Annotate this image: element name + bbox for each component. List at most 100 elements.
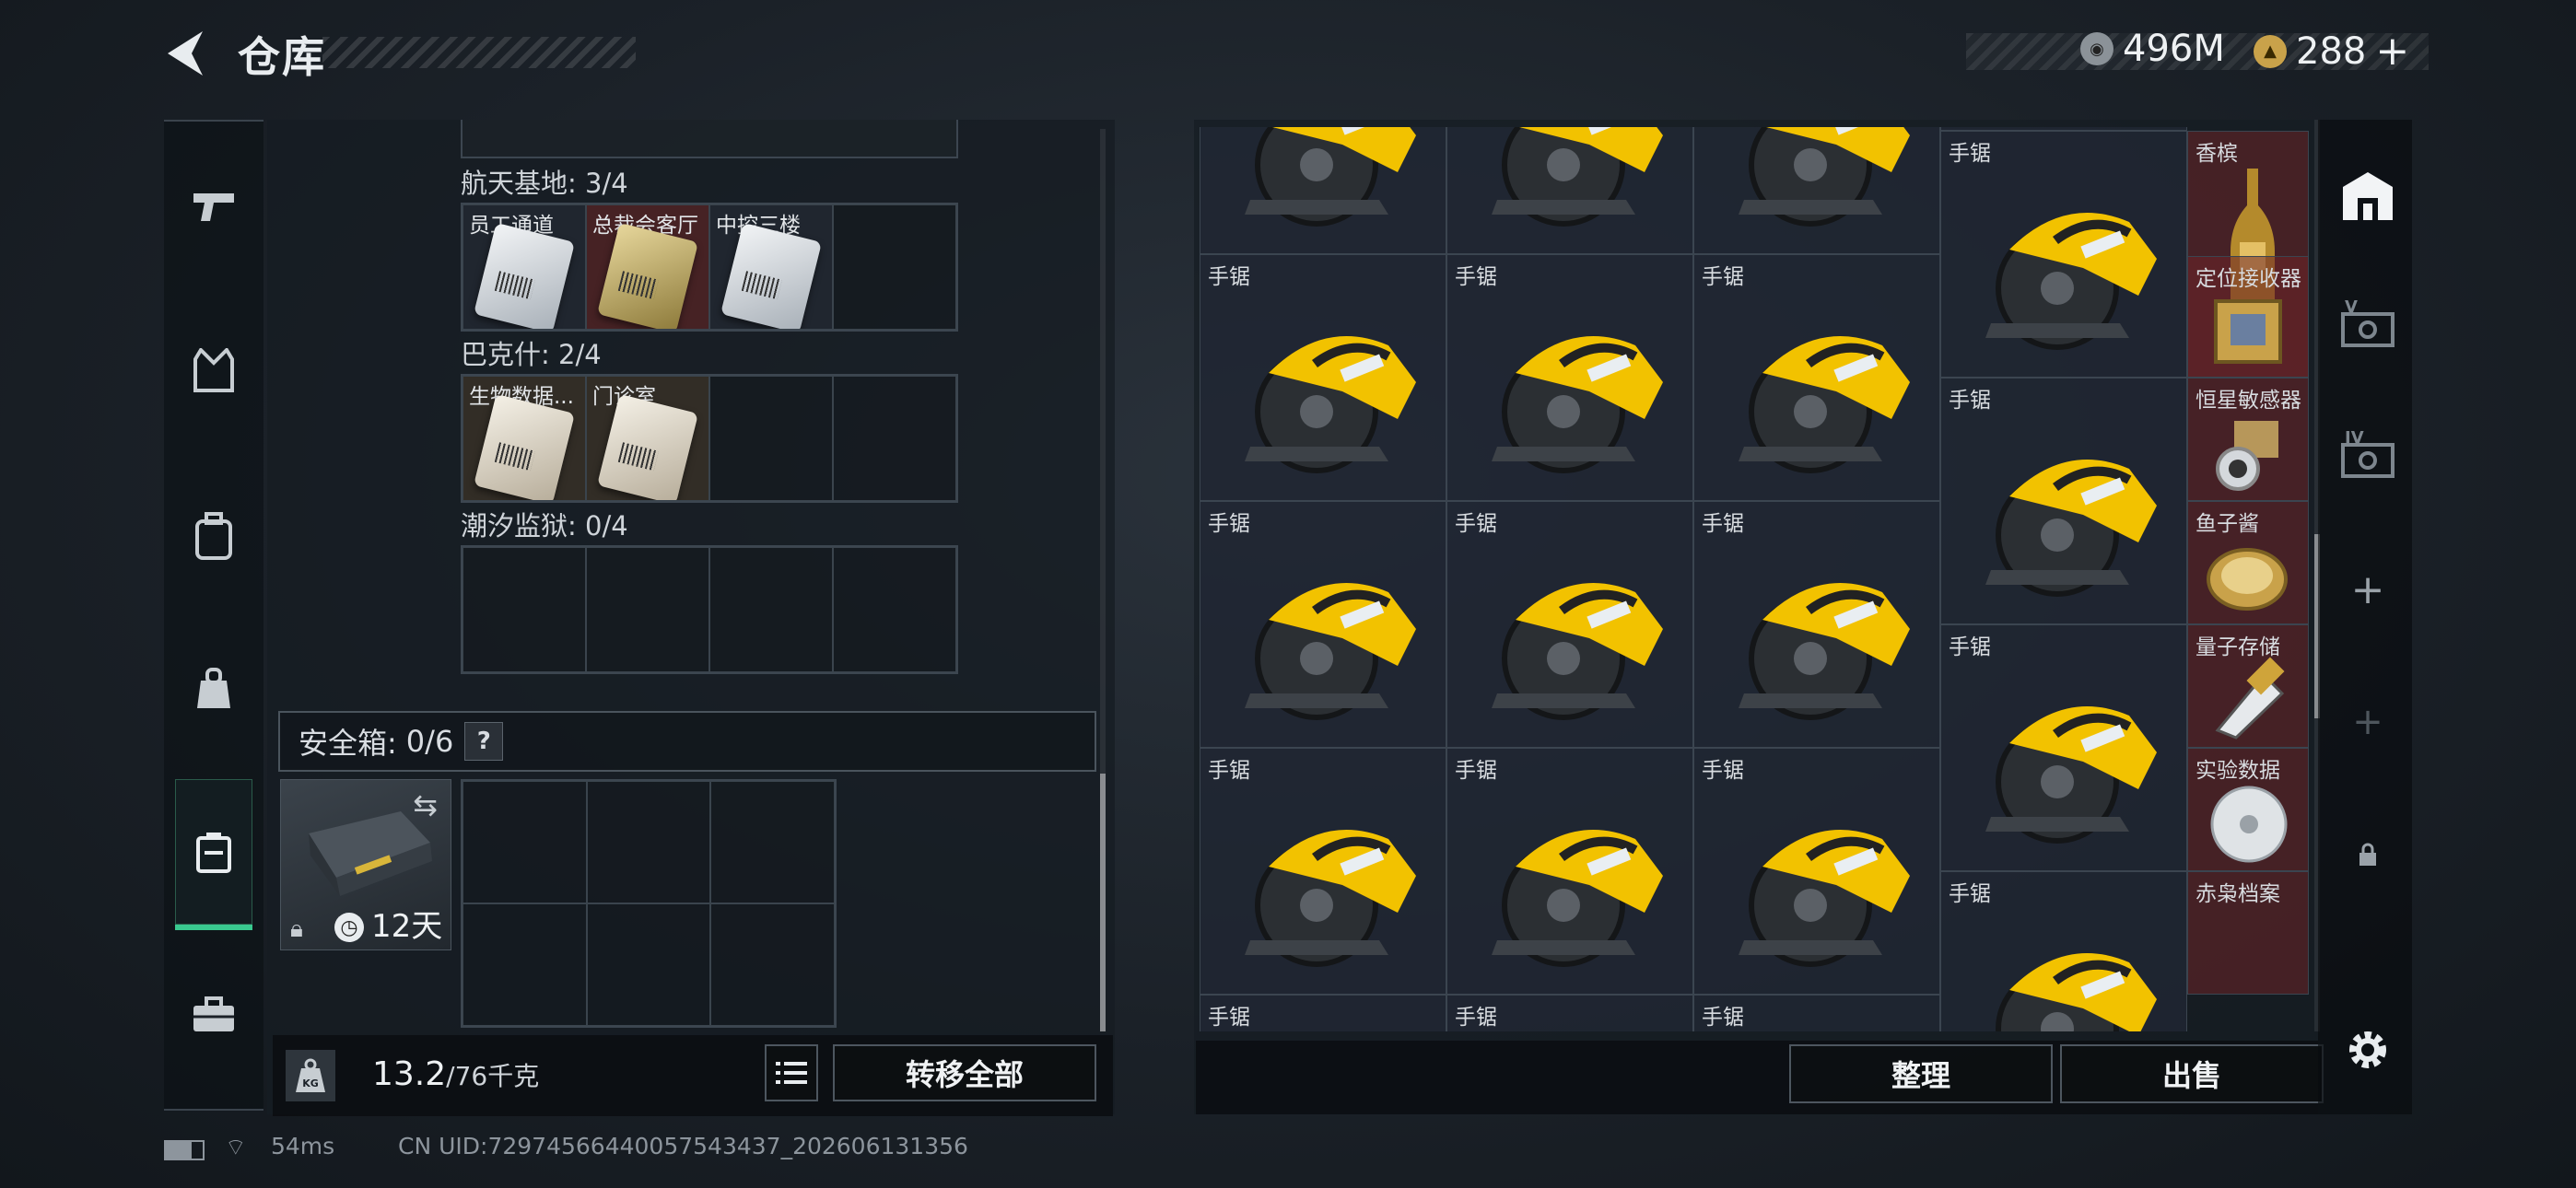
toolbox-icon <box>193 996 234 1031</box>
safe-box-item[interactable]: ⇆ 🔒︎ ◷ 12天 <box>280 779 451 950</box>
item-cell-hand-saw[interactable]: 手锯 <box>1940 871 2187 1031</box>
empty-slot[interactable] <box>586 781 711 903</box>
svg-text:V: V <box>2345 299 2358 317</box>
empty-slot[interactable] <box>463 903 587 1026</box>
keycard-icon <box>720 222 823 329</box>
weapon-tab[interactable] <box>175 168 252 245</box>
add-currency-button[interactable]: + <box>2375 28 2409 75</box>
circular-saw-icon <box>1985 706 2157 844</box>
section-label: 航天基地: 3/4 <box>461 168 628 199</box>
empty-slot[interactable] <box>833 204 956 330</box>
locator-receiver-icon <box>2214 299 2282 364</box>
ping-text: 54ms <box>271 1133 335 1159</box>
backpack-tab[interactable] <box>175 497 252 575</box>
item-cell-hand-saw[interactable]: 手锯 <box>1446 748 1693 995</box>
item-cell-hand-saw[interactable]: 手锯 <box>1200 748 1446 995</box>
item-cell-hand-saw[interactable]: 手锯 <box>1940 378 2187 624</box>
add-storage-button-disabled[interactable]: + <box>2331 685 2405 759</box>
empty-slot[interactable] <box>709 376 833 501</box>
left-scrollbar-thumb[interactable] <box>1100 774 1106 1031</box>
item-name: 手锯 <box>1455 759 1497 783</box>
item-cell-7[interactable]: 赤枭档案 <box>2187 871 2309 995</box>
item-name: 实验数据 <box>2195 759 2280 783</box>
item-cell-hand-saw[interactable] <box>1446 127 1693 254</box>
back-arrow-icon[interactable] <box>162 28 208 79</box>
help-icon[interactable]: ? <box>464 722 504 761</box>
transfer-all-button[interactable]: 转移全部 <box>833 1044 1096 1101</box>
item-name: 手锯 <box>1949 635 1991 659</box>
vest-icon <box>193 348 234 392</box>
keycard-slot[interactable]: 生物数据... <box>463 376 586 501</box>
item-cell-hand-saw[interactable] <box>1693 127 1940 254</box>
item-cell-hand-saw[interactable]: 手锯 <box>1693 995 1940 1031</box>
empty-slot[interactable] <box>463 781 587 903</box>
title-decoration <box>322 37 636 68</box>
pouch-icon <box>197 668 230 708</box>
item-cell-hand-saw[interactable]: 手锯 <box>1200 254 1446 501</box>
category-sidebar <box>164 120 263 1111</box>
storage-tab-iv[interactable]: IV <box>2331 418 2405 492</box>
toolbox-tab[interactable] <box>175 976 252 1054</box>
empty-slot[interactable] <box>833 376 956 501</box>
armor-tab[interactable] <box>175 332 252 409</box>
keycard-slot[interactable]: 中控三楼 <box>709 204 833 330</box>
pouch-tab[interactable] <box>175 650 252 728</box>
item-cell-hand-saw[interactable]: 手锯 <box>1693 748 1940 995</box>
storage-tab-main[interactable] <box>2331 158 2405 232</box>
item-cell-hand-saw[interactable]: 手锯 <box>1200 501 1446 748</box>
item-cell-5[interactable]: 量子存储 <box>2187 624 2309 748</box>
lock-icon <box>2331 818 2405 891</box>
item-cell-4[interactable]: 鱼子酱 <box>2187 501 2309 624</box>
empty-slot[interactable] <box>710 781 835 903</box>
item-cell-hand-saw[interactable]: 手锯 <box>1940 624 2187 871</box>
weight-max: /76千克 <box>446 1061 540 1091</box>
item-cell-2[interactable]: 定位接收器 <box>2187 256 2309 378</box>
item-name: 手锯 <box>1455 1006 1497 1030</box>
item-cell-hand-saw[interactable]: 手锯 <box>1693 501 1940 748</box>
add-storage-button[interactable]: + <box>2331 553 2405 626</box>
pistol-icon <box>193 193 234 221</box>
currency-coins: ◉ 496M <box>2080 28 2225 70</box>
empty-slot[interactable] <box>463 547 586 672</box>
warehouse-icon <box>2343 172 2393 220</box>
circular-saw-icon <box>1996 953 2157 1031</box>
circular-saw-icon <box>1739 583 1910 720</box>
item-cell-hand-saw[interactable]: 手锯 <box>1200 995 1446 1031</box>
empty-slot[interactable] <box>709 547 833 672</box>
sort-button[interactable]: 整理 <box>1789 1044 2053 1103</box>
currency-premium[interactable]: ▲ 288 + <box>2254 28 2409 75</box>
item-name: 手锯 <box>1949 882 1991 906</box>
item-name: 定位接收器 <box>2195 267 2301 291</box>
item-cell-hand-saw[interactable]: 手锯 <box>1940 131 2187 378</box>
keycard-icon <box>596 222 699 329</box>
section-label: 巴克什: 2/4 <box>461 339 602 370</box>
settings-gear-icon[interactable] <box>2331 1013 2405 1087</box>
item-cell-hand-saw[interactable] <box>1200 127 1446 254</box>
sell-button[interactable]: 出售 <box>2060 1044 2324 1103</box>
item-cell-3[interactable]: 恒星敏感器 <box>2187 378 2309 501</box>
empty-slot[interactable] <box>710 903 835 1026</box>
keycard-slot[interactable]: 员工通道 <box>463 204 586 330</box>
swap-icon[interactable]: ⇆ <box>413 787 438 822</box>
item-cell-hand-saw[interactable]: 手锯 <box>1446 254 1693 501</box>
empty-slot[interactable] <box>586 903 711 1026</box>
item-cell-hand-saw[interactable]: 手锯 <box>1446 995 1693 1031</box>
item-cell-6[interactable]: 实验数据 <box>2187 748 2309 871</box>
battery-icon <box>164 1140 205 1160</box>
item-name: 香槟 <box>2195 142 2238 166</box>
keycard-slot[interactable]: 总裁会客厅 <box>586 204 709 330</box>
empty-slot[interactable] <box>833 547 956 672</box>
uid-text: CN UID:72974566440057543437_202606131356 <box>398 1133 968 1159</box>
item-cell-hand-saw[interactable]: 手锯 <box>1693 254 1940 501</box>
circular-saw-icon <box>1492 336 1663 473</box>
keycard-slot[interactable]: 门诊室 <box>586 376 709 501</box>
empty-slot[interactable] <box>586 547 709 672</box>
item-cell-hand-saw[interactable]: 手锯 <box>1446 501 1693 748</box>
storage-tab-v[interactable]: V <box>2331 287 2405 361</box>
safe-box-timer: 12天 <box>371 908 443 945</box>
item-cell-hand-saw[interactable] <box>1940 127 2187 131</box>
list-view-button[interactable] <box>765 1044 818 1101</box>
safe-box-tab[interactable] <box>175 779 252 930</box>
keycard-icon <box>473 393 576 500</box>
item-name: 恒星敏感器 <box>2195 389 2301 413</box>
